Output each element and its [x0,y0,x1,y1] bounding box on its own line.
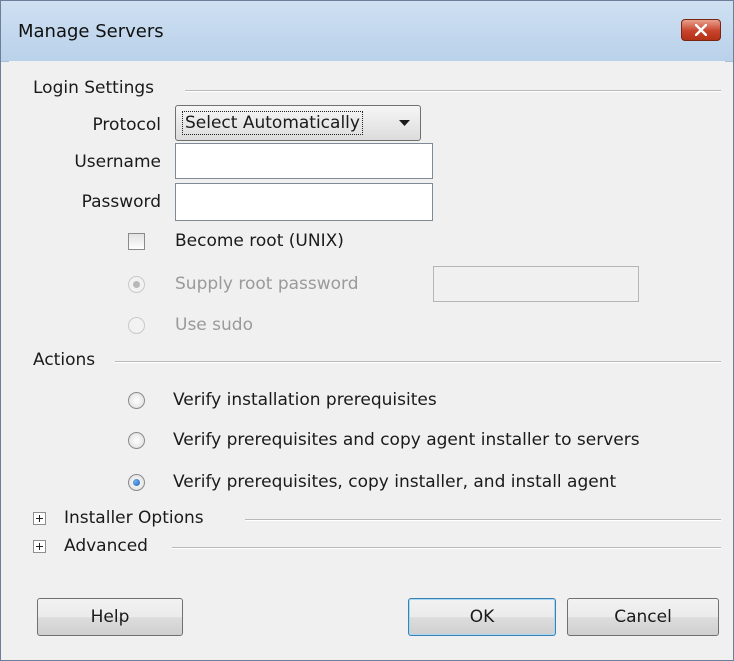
radio-selected-dot [133,479,140,486]
manage-servers-dialog: Manage Servers Login Settings Protocol S… [0,0,734,661]
close-button[interactable] [681,19,721,41]
radio-selected-dot [133,281,140,288]
cancel-button[interactable]: Cancel [567,598,719,636]
plus-box-icon [36,515,43,522]
protocol-label: Protocol [92,115,161,135]
protocol-dropdown[interactable]: Select Automatically [175,105,421,141]
login-settings-divider [185,90,721,92]
window-title: Manage Servers [18,21,164,42]
become-root-checkbox[interactable] [128,233,145,250]
login-settings-group-title: Login Settings [33,78,154,98]
become-root-label: Become root (UNIX) [175,231,344,251]
action-label-verify-copy-install: Verify prerequisites, copy installer, an… [173,472,617,492]
advanced-expand-toggle[interactable] [33,540,46,553]
action-radio-verify-copy-install[interactable] [128,474,145,491]
supply-root-password-radio[interactable] [128,276,145,293]
ok-button[interactable]: OK [408,598,556,636]
password-label: Password [81,192,161,212]
password-field[interactable] [175,183,433,221]
username-label: Username [74,152,161,172]
root-password-field[interactable] [433,266,639,302]
supply-root-password-label: Supply root password [175,274,359,294]
username-field[interactable] [175,143,433,179]
installer-options-expand-toggle[interactable] [33,512,46,525]
action-radio-verify-prereqs[interactable] [128,392,145,409]
action-label-verify-copy: Verify prerequisites and copy agent inst… [173,430,640,450]
action-radio-verify-copy[interactable] [128,432,145,449]
help-button[interactable]: Help [37,598,183,636]
use-sudo-radio[interactable] [128,317,145,334]
protocol-selected-value: Select Automatically [182,111,363,135]
advanced-divider [172,547,721,549]
title-bar[interactable]: Manage Servers [1,1,733,62]
use-sudo-label: Use sudo [175,315,253,335]
action-label-verify-prereqs: Verify installation prerequisites [173,390,437,410]
actions-divider [115,361,721,363]
dialog-body: Login Settings Protocol Select Automatic… [9,61,725,652]
close-icon [695,24,707,36]
installer-options-divider [245,519,721,521]
plus-box-icon [36,543,43,550]
chevron-down-icon [399,120,410,126]
actions-group-title: Actions [33,350,96,370]
advanced-header[interactable]: Advanced [64,536,148,556]
installer-options-header[interactable]: Installer Options [64,508,204,528]
